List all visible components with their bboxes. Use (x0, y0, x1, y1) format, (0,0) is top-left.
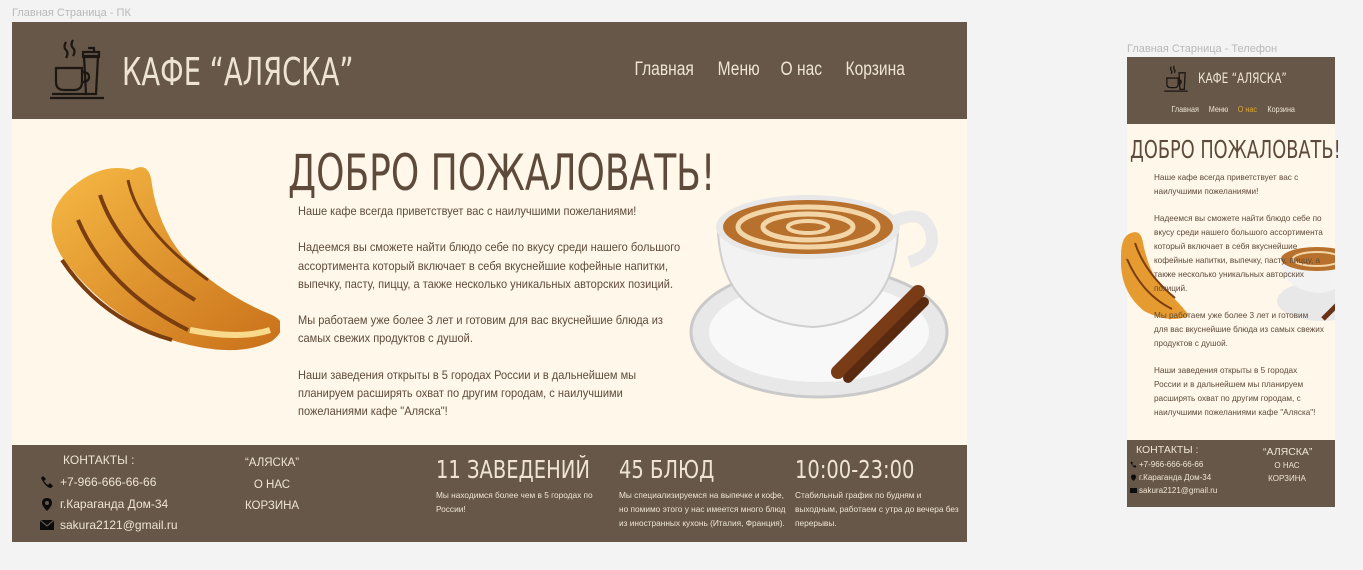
phone-footer: КОНТАКТЫ : +7-966-666-66-66 г.Караганда … (1127, 440, 1335, 507)
footer-brand: “АЛЯСКА” (1263, 446, 1313, 458)
intro-paragraph: Надеемся вы сможете найти блюдо себе по … (298, 240, 681, 291)
cafe-title: КАФЕ “АЛЯСКА” (122, 50, 354, 94)
intro-paragraph: Наше кафе всегда приветствует вас с наил… (1154, 173, 1299, 196)
cafe-title: КАФЕ “АЛЯСКА” (1198, 71, 1287, 87)
pc-frame-label: Главная Страница - ПК (12, 7, 131, 19)
header: КАФЕ “АЛЯСКА” Главная Меню О нас Корзина (12, 22, 967, 119)
stat-title: 11 ЗАВЕДЕНИЙ (436, 455, 590, 484)
contact-address[interactable]: г.Караганда Дом-34 (40, 497, 168, 511)
coffee-cup-image (689, 195, 949, 399)
contact-email[interactable]: sakura2121@gmail.ru (1130, 486, 1217, 495)
footer-links: “АЛЯСКА” О НАС КОРЗИНА (240, 453, 304, 518)
main-nav: Главная Меню О нас Корзина (628, 59, 911, 81)
stat-desc: Стабильный график по будням и выходным, … (795, 490, 959, 528)
stat-desc: Мы находимся более чем в 5 городах по Ро… (436, 490, 593, 514)
nav-menu[interactable]: Меню (1209, 104, 1229, 114)
contact-email[interactable]: sakura2121@gmail.ru (40, 518, 178, 532)
phone-number: +7-966-666-66-66 (60, 475, 157, 489)
nav-home[interactable]: Главная (635, 59, 694, 81)
welcome-heading: ДОБРО ПОЖАЛОВАТЬ! (1130, 135, 1341, 164)
phone-number: +7-966-666-66-66 (1139, 460, 1204, 469)
stat-title: 45 БЛЮД (619, 455, 715, 484)
contacts-title: КОНТАКТЫ : (1136, 444, 1199, 456)
phone-icon (41, 476, 53, 488)
nav-menu[interactable]: Меню (717, 59, 759, 81)
location-pin-icon (1131, 474, 1136, 481)
phone-nav: Главная Меню О нас Корзина (1169, 104, 1297, 114)
footer-cart-link[interactable]: КОРЗИНА (1263, 472, 1311, 485)
footer-about-link[interactable]: О НАС (240, 475, 304, 497)
nav-about[interactable]: О нас (1238, 104, 1257, 114)
footer-about-link[interactable]: О НАС (1263, 459, 1311, 472)
contact-phone[interactable]: +7-966-666-66-66 (1130, 460, 1203, 469)
email-text: sakura2121@gmail.ru (1139, 486, 1218, 495)
phone-icon (1130, 461, 1137, 468)
welcome-heading: ДОБРО ПОЖАЛОВАТЬ! (288, 144, 716, 202)
stat-locations: 11 ЗАВЕДЕНИЙ Мы находимся более чем в 5 … (436, 455, 633, 516)
nav-home[interactable]: Главная (1171, 104, 1199, 114)
contacts-title: КОНТАКТЫ : (63, 453, 135, 467)
footer-cart-link[interactable]: КОРЗИНА (240, 496, 304, 518)
email-icon (40, 519, 54, 530)
intro-text: Наше кафе всегда приветствует вас с наил… (1154, 171, 1324, 433)
footer: КОНТАКТЫ : +7-966-666-66-66 г.Караганда … (12, 445, 967, 542)
email-text: sakura2121@gmail.ru (60, 518, 178, 532)
cafe-logo-icon (50, 39, 104, 100)
intro-paragraph: Наши заведения открыты в 5 городах Росси… (298, 367, 637, 419)
location-pin-icon (42, 498, 52, 511)
phone-page: КАФЕ “АЛЯСКА” Главная Меню О нас Корзина… (1121, 57, 1341, 507)
intro-paragraph: Мы работаем уже более 3 лет и готовим дл… (298, 313, 663, 346)
stat-desc: Мы специализируемся на выпечке и кофе, н… (619, 490, 786, 528)
stat-title: 10:00-23:00 (795, 455, 915, 484)
phone-header: КАФЕ “АЛЯСКА” Главная Меню О нас Корзина (1127, 57, 1335, 124)
phone-frame-label: Главная Старница - Телефон (1127, 43, 1278, 55)
stat-dishes: 45 БЛЮД Мы специализируемся на выпечке и… (619, 455, 789, 530)
nav-about[interactable]: О нас (781, 59, 823, 81)
footer-brand: “АЛЯСКА” (244, 457, 300, 469)
pc-page: КАФЕ “АЛЯСКА” Главная Меню О нас Корзина… (12, 22, 967, 542)
intro-paragraph: Надеемся вы сможете найти блюдо себе по … (1154, 214, 1323, 293)
address-text: г.Караганда Дом-34 (1139, 473, 1212, 482)
email-icon (1130, 488, 1137, 493)
stat-hours: 10:00-23:00 Стабильный график по будням … (795, 455, 965, 530)
intro-paragraph: Наше кафе всегда приветствует вас с наил… (298, 204, 637, 218)
intro-paragraph: Мы работаем уже более 3 лет и готовим дл… (1154, 311, 1324, 348)
contact-phone[interactable]: +7-966-666-66-66 (40, 475, 156, 489)
nav-cart[interactable]: Корзина (1267, 104, 1295, 114)
cafe-logo-icon (1164, 65, 1188, 92)
contact-address[interactable]: г.Караганда Дом-34 (1130, 473, 1211, 482)
address-text: г.Караганда Дом-34 (60, 497, 169, 511)
intro-text: Наше кафе всегда приветствует вас с наил… (298, 202, 698, 439)
nav-cart[interactable]: Корзина (845, 59, 904, 81)
intro-paragraph: Наши заведения открыты в 5 городах Росси… (1154, 366, 1316, 417)
croissant-image (51, 167, 280, 351)
footer-links: “АЛЯСКА” О НАС КОРЗИНА (1263, 446, 1313, 485)
